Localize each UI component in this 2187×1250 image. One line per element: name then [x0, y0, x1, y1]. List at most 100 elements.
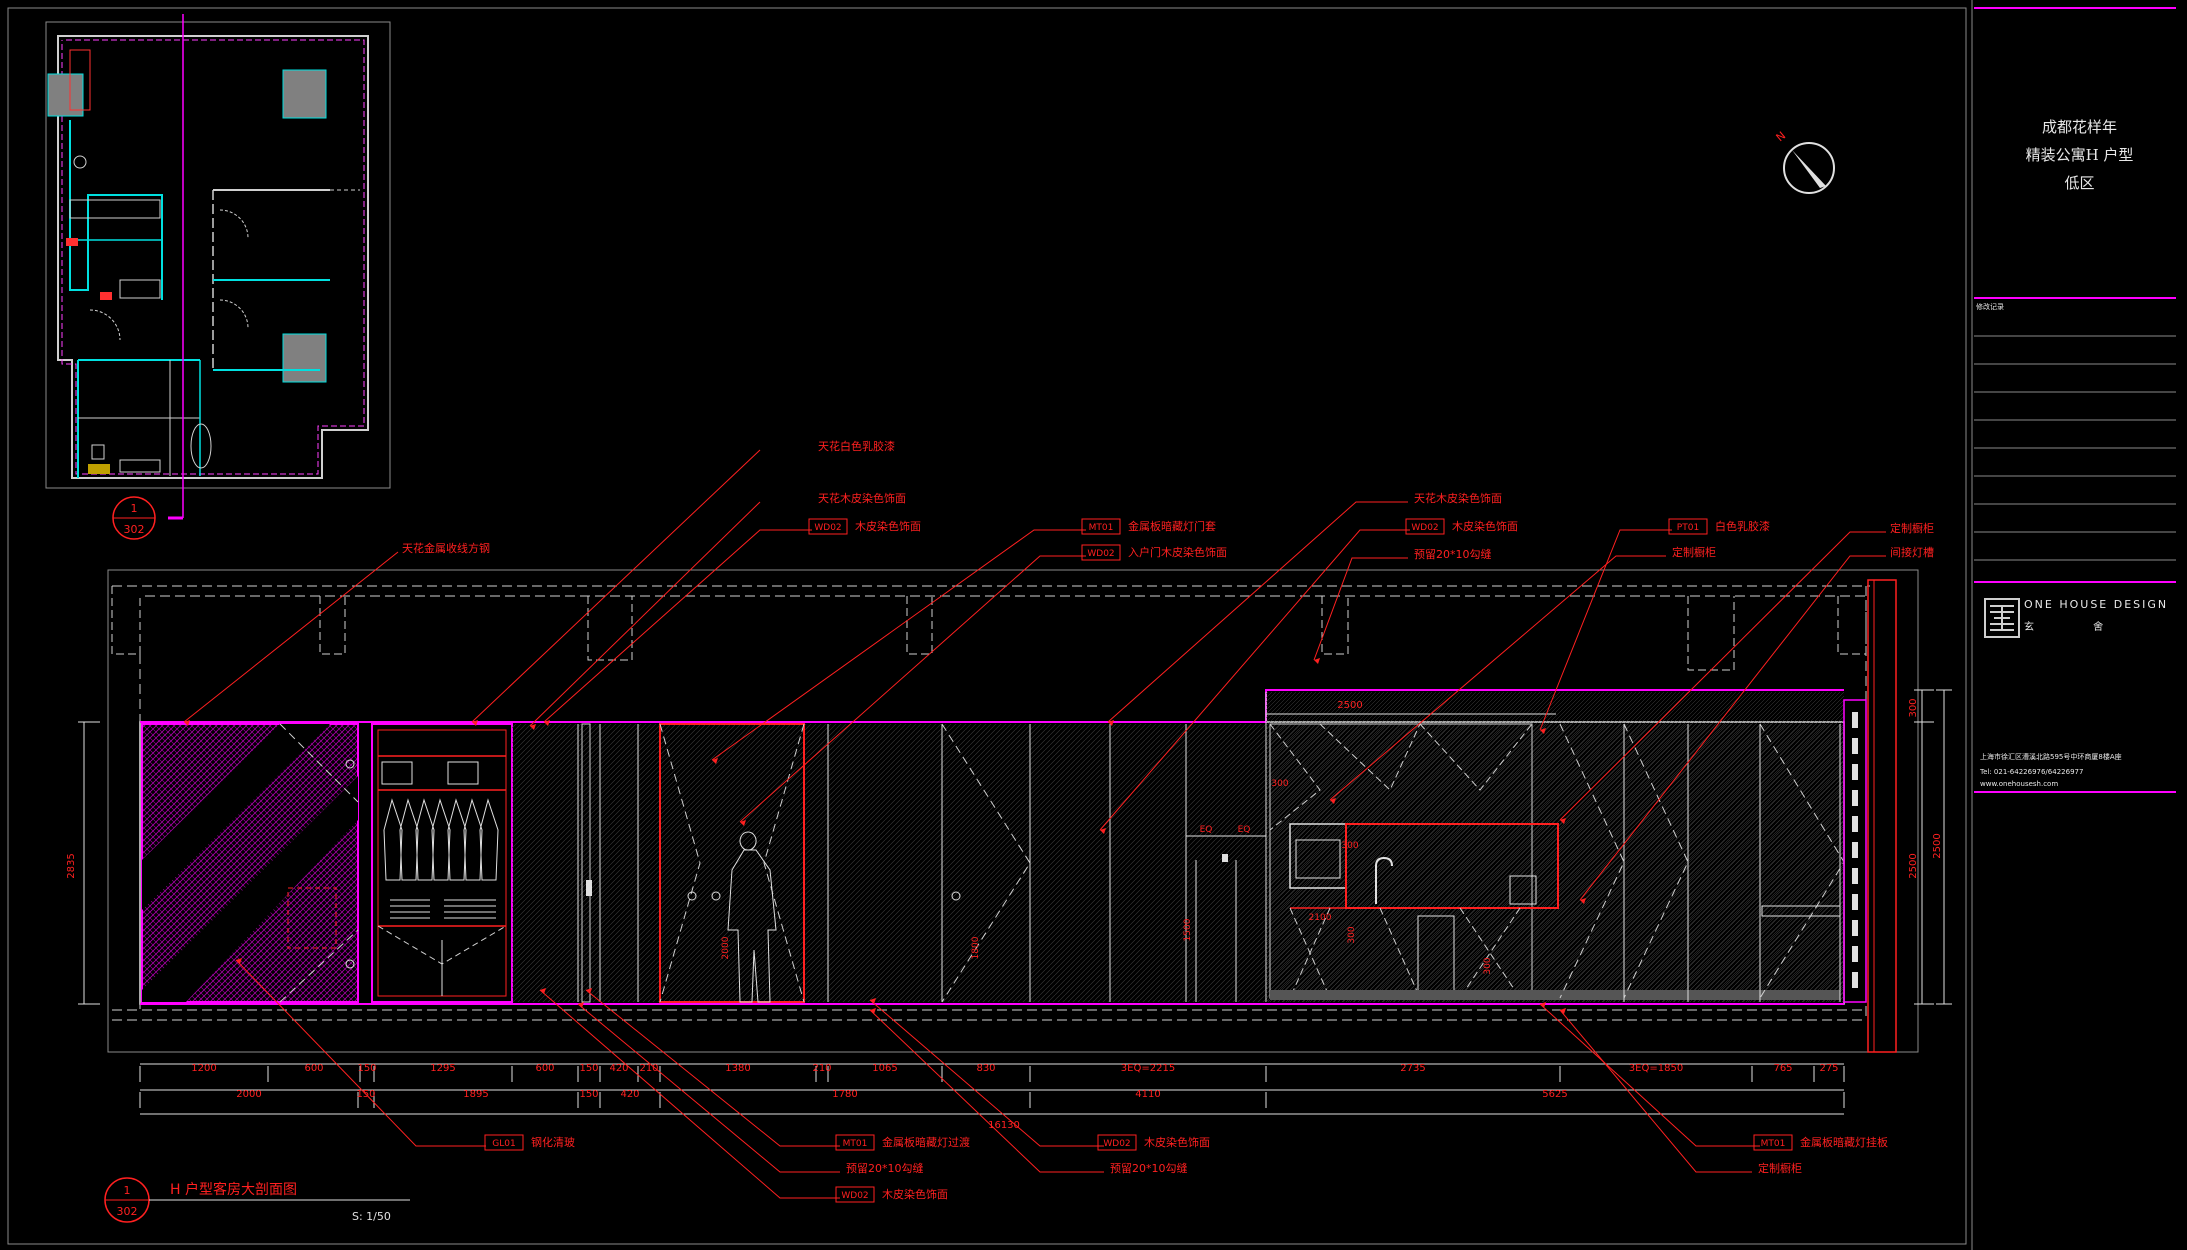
dim-label: 420 [620, 1089, 639, 1100]
annotation-label: 木皮染色饰面 [1452, 519, 1518, 533]
dim-right-height: 2500 [1908, 853, 1919, 878]
annotation-label: 预留20*10勾缝 [846, 1161, 924, 1175]
annotation-label: 预留20*10勾缝 [1414, 547, 1492, 561]
annotation-label: 定制橱柜 [1672, 545, 1716, 559]
leader-line [529, 501, 761, 727]
annotation-label: 间接灯槽 [1890, 546, 1934, 559]
dim-label: 600 [304, 1063, 323, 1074]
annotation-label: 金属板暗藏灯挂板 [1800, 1135, 1888, 1149]
company-tel: Tel: 021-64226976/64226977 [1980, 768, 2084, 776]
annotation-label: 木皮染色饰面 [855, 519, 921, 533]
drawing-scale: S: 1/50 [352, 1210, 391, 1223]
key-plan-callout-top: 1 [131, 502, 138, 515]
annotation: 天花木皮染色饰面 [529, 491, 906, 730]
dim-kitchen-width: 2500 [1337, 700, 1362, 711]
company-address: 上海市徐汇区漕溪北路595号中环商厦8楼A座 [1980, 753, 2122, 761]
annotation: WD02 木皮染色饰面 [869, 998, 1210, 1151]
dim-right-top: 300 [1908, 698, 1919, 717]
dim-right-height-2: 2500 [1932, 833, 1943, 858]
annotation: 天花白色乳胶漆 [471, 439, 895, 726]
company-logo-icon [1984, 598, 2020, 638]
leader-line [183, 551, 399, 723]
dim-label: 1295 [430, 1063, 455, 1074]
title-callout-top: 1 [124, 1184, 131, 1197]
annotation-label: 白色乳胶漆 [1715, 519, 1770, 533]
dim-label: 275 [1819, 1063, 1838, 1074]
material-code: WD02 [1087, 549, 1114, 559]
dim-label: 1065 [872, 1063, 897, 1074]
compass-icon: N [1774, 129, 1835, 194]
dim-label: 150 [579, 1089, 598, 1100]
svg-text:300: 300 [1347, 926, 1357, 943]
dim-total: 16130 [988, 1120, 1020, 1131]
cad-drawing-canvas: 1 302 N 2835 300 2500 2500 2500 EQ EQ 30… [7, 0, 2176, 1250]
material-code: WD02 [814, 523, 841, 533]
dim-label: 1200 [191, 1063, 216, 1074]
company-website: www.onehousesh.com [1980, 780, 2059, 788]
dim-label: 150 [579, 1063, 598, 1074]
material-code: WD02 [1103, 1139, 1130, 1149]
leader-line [577, 1003, 840, 1173]
drawing-title: H 户型客房大剖面图 [170, 1181, 297, 1198]
title-callout-bottom: 302 [117, 1205, 138, 1218]
material-code: WD02 [1411, 523, 1438, 533]
annotation-label: 天花白色乳胶漆 [818, 439, 895, 453]
leader-line [1313, 557, 1408, 661]
svg-text:1800: 1800 [971, 936, 981, 959]
dim-label: 3EQ=2215 [1121, 1063, 1175, 1074]
annotation: 预留20*10勾缝 [1313, 547, 1492, 664]
material-code: MT01 [1761, 1139, 1786, 1149]
dim-label: 1780 [832, 1089, 857, 1100]
svg-text:EQ: EQ [1238, 825, 1251, 835]
annotation-label: 入户门木皮染色饰面 [1128, 545, 1227, 559]
dim-label: 2735 [1400, 1063, 1425, 1074]
material-code: PT01 [1677, 523, 1699, 533]
annotation-label: 预留20*10勾缝 [1110, 1161, 1188, 1175]
leader-line [543, 529, 812, 723]
annotation-label: 钢化清玻 [531, 1135, 575, 1149]
annotation-label: 木皮染色饰面 [1144, 1135, 1210, 1149]
material-code: GL01 [492, 1139, 515, 1149]
annotation-label: 金属板暗藏灯过渡 [882, 1135, 970, 1149]
dim-label: 5625 [1542, 1089, 1567, 1100]
company-name-cn: 玄 舍 [2024, 622, 2132, 633]
dim-label: 210 [812, 1063, 831, 1074]
annotation-label: 天花木皮染色饰面 [818, 491, 906, 505]
dim-label: 4110 [1135, 1089, 1160, 1100]
dim-label: 2000 [236, 1089, 261, 1100]
annotation: WD02 木皮染色饰面 [543, 518, 921, 726]
annotation-label: 定制橱柜 [1890, 521, 1934, 535]
compass-north: N [1774, 129, 1789, 144]
dim-label: 765 [1773, 1063, 1792, 1074]
section-elevation [107, 569, 1919, 1053]
annotation-label: 天花木皮染色饰面 [1414, 491, 1502, 505]
project-line-2: 精装公寓H 户型 [2025, 146, 2134, 164]
drawing-title-block: 1 302 H 户型客房大剖面图 S: 1/50 [104, 1177, 410, 1223]
annotation-label: 金属板暗藏灯门套 [1128, 519, 1216, 533]
svg-text:1500: 1500 [1183, 918, 1193, 941]
drawing-frame [7, 7, 1967, 1245]
revision-label: 修改记录 [1976, 303, 2004, 311]
dim-label: 600 [535, 1063, 554, 1074]
annotation-label: 天花金属收线方钢 [402, 541, 490, 555]
dim-left-height: 2835 [66, 853, 77, 878]
annotation: MT01 金属板暗藏灯挂板 [1539, 1002, 1888, 1151]
project-line-3: 低区 [2064, 174, 2095, 192]
key-plan: 1 302 [45, 14, 391, 540]
svg-text:300: 300 [1483, 957, 1493, 974]
svg-text:EQ: EQ [1200, 825, 1213, 835]
dim-label: 3EQ=1850 [1629, 1063, 1683, 1074]
dimension-row-1: 1200 600 150 1295 600 150 420 210 1380 210 1065 830… [139, 1063, 1845, 1082]
svg-text:300: 300 [1341, 841, 1358, 851]
material-code: MT01 [843, 1139, 868, 1149]
annotation-label: 定制橱柜 [1758, 1161, 1802, 1175]
svg-text:2000: 2000 [721, 936, 731, 959]
svg-text:2100: 2100 [1309, 913, 1332, 923]
title-block: 成都花样年 精装公寓H 户型 低区 修改记录 ONE HOUSE DESIGN … [1972, 0, 2187, 1250]
key-plan-callout-bottom: 302 [124, 523, 145, 536]
leader-line [1559, 1009, 1752, 1173]
project-line-1: 成都花样年 [2041, 118, 2117, 136]
dim-label: 1380 [725, 1063, 750, 1074]
dim-label: 150 [357, 1063, 376, 1074]
company-name-en: ONE HOUSE DESIGN [2024, 598, 2169, 611]
